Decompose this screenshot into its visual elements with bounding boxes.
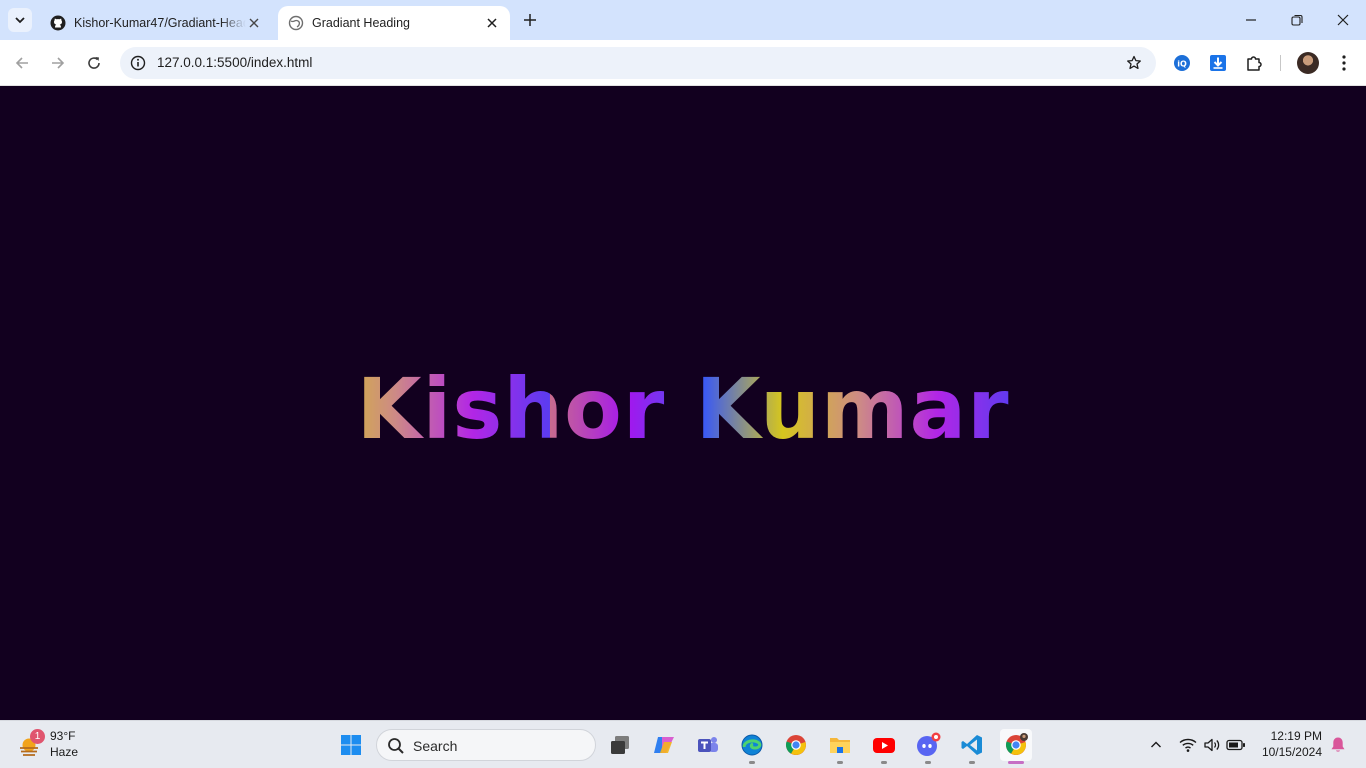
start-icon[interactable] xyxy=(335,729,367,761)
url-text[interactable]: 127.0.0.1:5500/index.html xyxy=(157,55,312,70)
battery-icon[interactable] xyxy=(1226,733,1246,757)
page-viewport: Kishor Kumar xyxy=(0,87,1366,720)
new-tab-plus-icon[interactable] xyxy=(518,8,542,32)
profile-avatar[interactable] xyxy=(1297,52,1319,74)
github-icon xyxy=(50,15,66,31)
globe-icon xyxy=(288,15,304,31)
extension-iq-icon[interactable]: iQ xyxy=(1170,51,1194,75)
weather-temperature: 93°F xyxy=(50,729,76,743)
close-window-icon[interactable] xyxy=(1320,0,1366,40)
reload-icon[interactable] xyxy=(80,49,108,77)
show-hidden-icons-chevron[interactable] xyxy=(1146,733,1166,757)
file-explorer-icon[interactable] xyxy=(824,729,856,764)
search-icon xyxy=(388,738,404,754)
search-label: Search xyxy=(413,738,458,754)
vscode-icon[interactable] xyxy=(956,729,988,764)
copilot-icon[interactable] xyxy=(648,729,680,761)
back-icon[interactable] xyxy=(8,49,36,77)
taskbar-clock[interactable]: 12:19 PM 10/15/2024 xyxy=(1262,728,1322,760)
notification-bell-icon[interactable] xyxy=(1328,733,1348,757)
tab-close-icon[interactable] xyxy=(484,15,500,31)
bookmark-star-icon[interactable] xyxy=(1124,53,1144,73)
minimize-icon[interactable] xyxy=(1228,0,1274,40)
running-indicator xyxy=(881,761,887,764)
download-icon[interactable] xyxy=(1206,51,1230,75)
tab-gradiant-heading[interactable]: Gradiant Heading xyxy=(278,6,510,40)
wifi-icon[interactable] xyxy=(1178,733,1198,757)
weather-widget[interactable]: 1 93°F Haze xyxy=(16,727,106,763)
extensions-puzzle-icon[interactable] xyxy=(1242,51,1266,75)
taskbar-search-box[interactable]: Search xyxy=(376,729,596,761)
site-info-icon[interactable] xyxy=(128,53,148,73)
task-view-icon[interactable] xyxy=(604,729,636,761)
active-indicator xyxy=(1008,761,1024,764)
youtube-icon[interactable] xyxy=(868,729,900,764)
teams-icon[interactable] xyxy=(692,729,724,761)
volume-icon[interactable] xyxy=(1202,733,1222,757)
tab-github[interactable]: Kishor-Kumar47/Gradiant-Heading xyxy=(40,6,272,40)
weather-condition: Haze xyxy=(50,745,79,759)
chrome-icon[interactable] xyxy=(780,729,812,761)
weather-badge: 1 xyxy=(30,729,45,744)
running-indicator xyxy=(925,761,931,764)
tab-strip: Kishor-Kumar47/Gradiant-Heading Gradiant… xyxy=(0,0,1366,40)
clock-date: 10/15/2024 xyxy=(1261,745,1322,759)
running-indicator xyxy=(969,761,975,764)
clock-time: 12:19 PM xyxy=(1270,729,1322,743)
menu-kebab-icon[interactable] xyxy=(1332,51,1356,75)
chrome-profile-icon[interactable] xyxy=(1000,729,1032,764)
tab-title: Kishor-Kumar47/Gradiant-Heading xyxy=(74,16,246,30)
running-indicator xyxy=(749,761,755,764)
running-indicator xyxy=(837,761,843,764)
discord-icon[interactable] xyxy=(912,729,944,764)
browser-toolbar: 127.0.0.1:5500/index.html iQ xyxy=(0,40,1366,86)
tab-search-chevron-icon[interactable] xyxy=(8,8,32,32)
tab-title: Gradiant Heading xyxy=(312,16,410,30)
toolbar-separator xyxy=(1280,55,1281,71)
gradient-heading: Kishor Kumar xyxy=(0,367,1366,451)
restore-icon[interactable] xyxy=(1274,0,1320,40)
windows-taskbar: 1 93°F Haze Search 12:19 PM 10/15/2024 xyxy=(0,720,1366,768)
svg-text:iQ: iQ xyxy=(1177,60,1187,69)
tab-close-icon[interactable] xyxy=(246,15,262,31)
forward-icon[interactable] xyxy=(44,49,72,77)
address-bar[interactable]: 127.0.0.1:5500/index.html xyxy=(120,47,1156,79)
edge-icon[interactable] xyxy=(736,729,768,764)
